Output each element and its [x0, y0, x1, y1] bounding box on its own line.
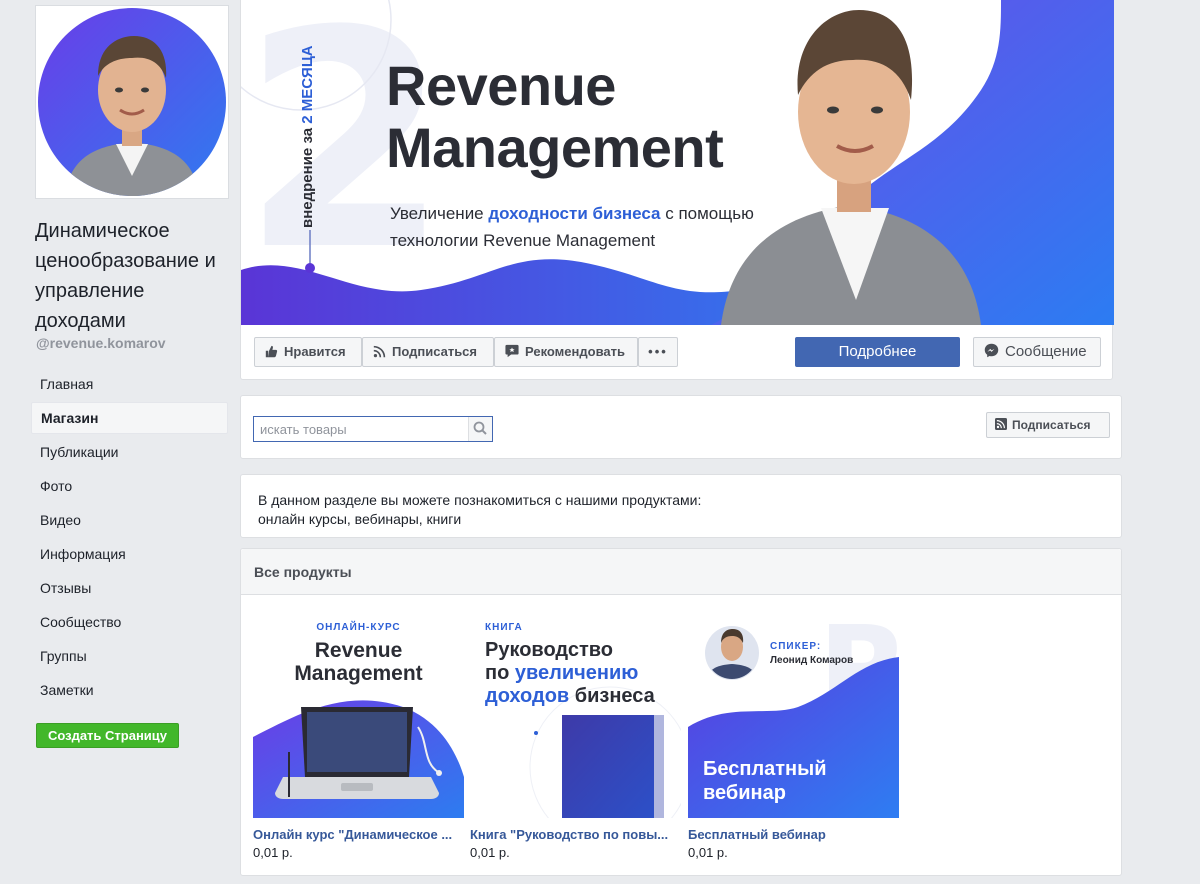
sidebar-nav: Главная Магазин Публикации Фото Видео Ин… — [31, 368, 228, 708]
speech-bubble-icon — [505, 344, 519, 358]
page-action-bar: Нравится Подписаться Рекомендовать ••• П… — [241, 325, 1114, 380]
profile-photo[interactable] — [35, 5, 229, 199]
product-card[interactable]: КНИГА Руководство по увеличению доходов … — [470, 607, 681, 860]
shop-description-card: В данном разделе вы можете познакомиться… — [240, 474, 1122, 538]
product-name[interactable]: Книга "Руководство по повы... — [470, 827, 681, 842]
create-page-button[interactable]: Создать Страницу — [36, 723, 179, 748]
product-search — [253, 416, 493, 442]
sidebar-item-community[interactable]: Сообщество — [31, 606, 228, 638]
page-handle[interactable]: @revenue.komarov — [36, 335, 166, 351]
product-name[interactable]: Онлайн курс "Динамическое ... — [253, 827, 464, 842]
thumbnail-speaker: СПИКЕР: Леонид Комаров — [770, 641, 854, 666]
profile-avatar-image — [36, 6, 228, 198]
thumbs-up-icon — [265, 345, 278, 357]
product-price: 0,01 р. — [253, 845, 293, 860]
rss-icon — [995, 418, 1007, 431]
rss-icon — [373, 345, 386, 357]
thumbnail-tag: КНИГА — [485, 622, 523, 633]
product-card[interactable]: R СПИКЕР: Леонид Комаров Бесплатный веби… — [688, 607, 899, 860]
sidebar-item-videos[interactable]: Видео — [31, 504, 228, 536]
thumbnail-title: Бесплатный вебинар — [703, 758, 827, 804]
shop-search-card: Подписаться — [240, 395, 1122, 459]
page-title: Динамическое ценообразование и управлени… — [35, 220, 216, 332]
product-thumbnail[interactable]: КНИГА Руководство по увеличению доходов … — [470, 607, 681, 818]
product-name[interactable]: Бесплатный вебинар — [688, 827, 899, 842]
shop-subscribe-button[interactable]: Подписаться — [986, 412, 1110, 438]
product-thumbnail[interactable]: R СПИКЕР: Леонид Комаров Бесплатный веби… — [688, 607, 899, 818]
recommend-button[interactable]: Рекомендовать — [494, 337, 638, 367]
products-section-title: Все продукты — [241, 549, 1121, 595]
sidebar-item-notes[interactable]: Заметки — [31, 674, 228, 706]
learn-more-button[interactable]: Подробнее — [795, 337, 960, 367]
search-input[interactable] — [254, 417, 466, 441]
product-card[interactable]: ОНЛАЙН-КУРС Revenue Management Онлайн ку… — [253, 607, 464, 860]
sidebar-item-posts[interactable]: Публикации — [31, 436, 228, 468]
message-button[interactable]: Сообщение — [973, 337, 1101, 367]
sidebar-item-reviews[interactable]: Отзывы — [31, 572, 228, 604]
cover-title: Revenue Management — [386, 54, 724, 179]
like-button[interactable]: Нравится — [254, 337, 362, 367]
sidebar-item-shop[interactable]: Магазин — [31, 402, 228, 434]
thumbnail-title: Руководство по увеличению доходов бизнес… — [485, 639, 655, 707]
product-price: 0,01 р. — [470, 845, 510, 860]
products-card: Все продукты ОНЛАЙН-КУРС Revenue Managem… — [240, 548, 1122, 876]
thumbnail-title: Revenue Management — [294, 639, 423, 685]
product-price: 0,01 р. — [688, 845, 728, 860]
cover-subtitle: Увеличение доходности бизнеса с помощью … — [390, 204, 754, 250]
cover-photo[interactable]: 2 внедрение за 2 МЕСЯЦА Revenue Manageme… — [241, 0, 1114, 325]
sidebar-item-photos[interactable]: Фото — [31, 470, 228, 502]
more-options-button[interactable]: ••• — [638, 337, 678, 367]
ellipsis-icon: ••• — [648, 344, 668, 359]
sidebar-item-home[interactable]: Главная — [31, 368, 228, 400]
follow-button[interactable]: Подписаться — [362, 337, 494, 367]
cover-card: 2 внедрение за 2 МЕСЯЦА Revenue Manageme… — [240, 0, 1114, 380]
thumbnail-tag: ОНЛАЙН-КУРС — [316, 622, 401, 633]
sidebar-item-groups[interactable]: Группы — [31, 640, 228, 672]
sidebar-item-about[interactable]: Информация — [31, 538, 228, 570]
shop-description: В данном разделе вы можете познакомиться… — [258, 492, 702, 527]
product-thumbnail[interactable]: ОНЛАЙН-КУРС Revenue Management — [253, 607, 464, 818]
messenger-icon — [984, 343, 999, 358]
search-button[interactable] — [468, 417, 492, 441]
search-icon — [473, 421, 487, 435]
cover-vertical-caption: внедрение за 2 МЕСЯЦА — [299, 45, 316, 228]
